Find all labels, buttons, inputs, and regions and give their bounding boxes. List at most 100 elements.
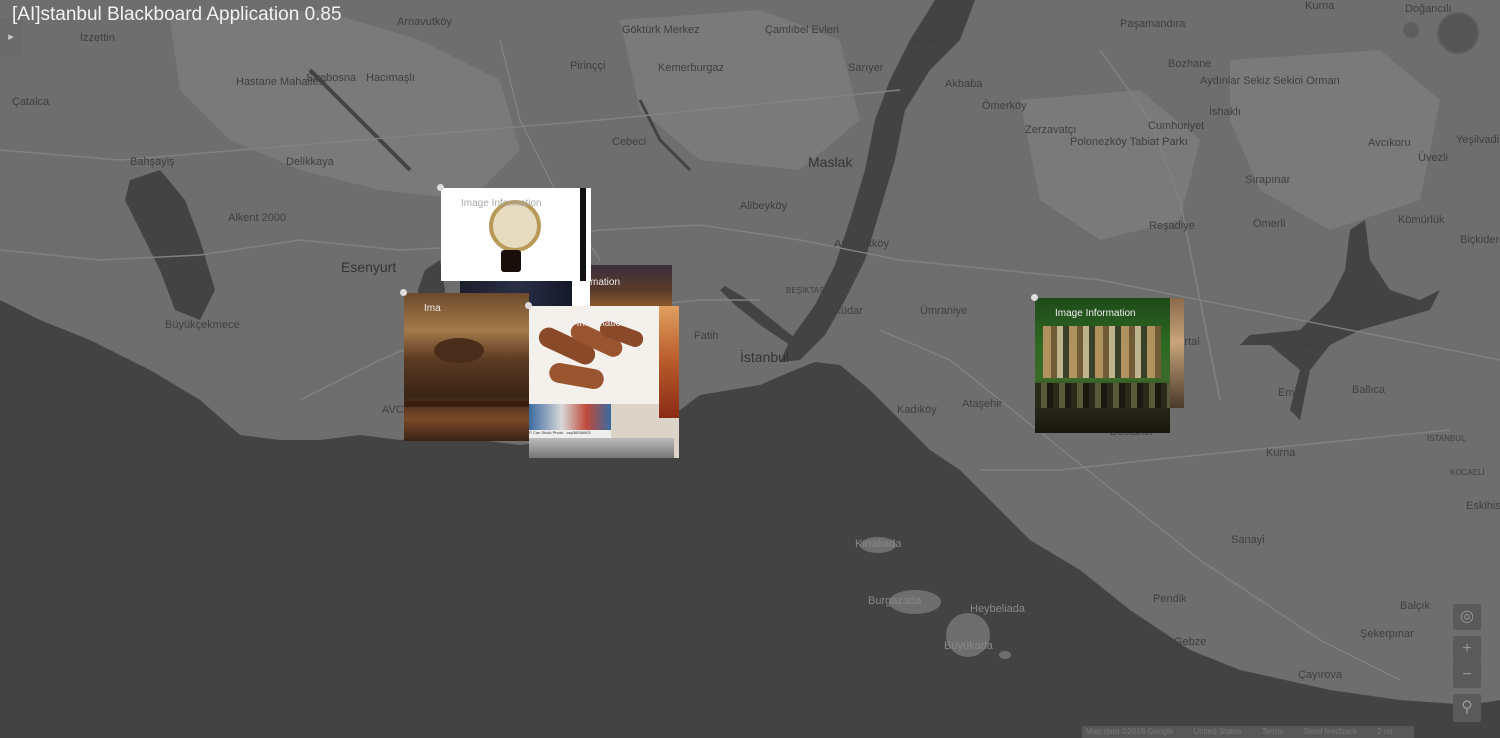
map-label: Sarıyer	[848, 62, 884, 74]
stock-photo-credit: © Can Stock Photo - csp36056903	[529, 430, 611, 438]
image-card-group[interactable]: Image Information	[1035, 298, 1170, 433]
map-label: Kemerburgaz	[658, 62, 725, 74]
map-label: Kınalıada	[855, 538, 902, 550]
image-info-caption: Image Information	[461, 198, 542, 209]
map-label: Sanayi	[1231, 534, 1265, 546]
map-label: Biçkidere	[1460, 234, 1500, 246]
locate-icon[interactable]: ◎	[1453, 604, 1481, 630]
watch-image-edge	[580, 188, 586, 281]
map-label: Akbaba	[945, 78, 983, 90]
map-label: Polonezköy Tabiat Parkı	[1070, 136, 1188, 148]
map-label: Göktürk Merkez	[622, 24, 700, 36]
map-label: Kurna	[1266, 447, 1296, 459]
map-label: Ömerköy	[982, 100, 1027, 112]
map-label: Kömürlük	[1398, 214, 1445, 226]
image-info-caption: Ima	[424, 303, 441, 314]
map-label: Ümraniye	[920, 305, 968, 317]
map-label: Büyükada	[944, 640, 993, 652]
map-label: Çayırova	[1298, 669, 1343, 681]
map-label: Arnavutköy	[397, 16, 453, 28]
kofte-side	[659, 306, 679, 418]
map-label: Paşamandıra	[1120, 18, 1186, 30]
map-label: Fatih	[694, 330, 719, 342]
map-label: Maslak	[808, 154, 853, 170]
island	[1482, 610, 1498, 626]
map-label: Riçevik	[912, 36, 948, 48]
map-label: Sırapınar	[1245, 174, 1291, 186]
image-card-kofte[interactable]: © Can Stock Photo - csp36056903 age Info…	[529, 306, 679, 458]
map-label: Dudullu	[1290, 340, 1328, 352]
map-label: İSTANBUL	[1427, 434, 1466, 443]
map-label: Alibeyköy	[740, 200, 788, 212]
map-label: AVC	[382, 404, 404, 416]
scale-bar: 2 mi	[1377, 727, 1393, 736]
map-label: Ataşehir	[962, 398, 1003, 410]
map-label: Delikkaya	[286, 156, 334, 168]
map-label: BEŞİKTAŞ	[786, 286, 825, 295]
map-label: Reşadiye	[1149, 220, 1195, 232]
image-info-caption: Image Information	[1055, 308, 1136, 319]
map-country-link[interactable]: United States	[1194, 727, 1242, 736]
map-label: Üvezli	[1418, 152, 1448, 164]
map-label: Doğancılı	[1405, 3, 1452, 15]
zoom-in-button[interactable]: +	[1453, 636, 1481, 662]
map-label: Üsküdar	[822, 305, 863, 317]
map-label: Yeşilvadi	[1456, 134, 1500, 146]
map-label: Avcıkoru	[1368, 137, 1411, 149]
map-label: Alkent 2000	[228, 212, 287, 224]
map-label: Eskihisar	[1466, 500, 1500, 512]
map-label: Zerzavatçı	[1025, 124, 1077, 136]
map-label: Şekerpınar	[1360, 628, 1414, 640]
map-label: Heybeliada	[970, 603, 1026, 615]
card-anchor-dot[interactable]	[1031, 294, 1038, 301]
map-label: Burgazada	[868, 595, 922, 607]
map-label: Esenyurt	[341, 259, 397, 275]
map-label: İstanbul	[740, 349, 790, 365]
map-footer: Map data ©2018 Google United States Term…	[1082, 726, 1415, 738]
group-people	[1043, 326, 1161, 378]
map-label: Kurna	[1305, 0, 1335, 12]
pegman-icon[interactable]: ⚲	[1453, 694, 1481, 722]
kofte-photo-bottom	[529, 438, 674, 458]
zoom-out-button[interactable]: −	[1453, 662, 1481, 688]
send-feedback-link[interactable]: Send feedback	[1304, 727, 1357, 736]
map-label: Emirli	[1278, 387, 1306, 399]
map-label: Ömerli	[1253, 218, 1286, 230]
map-label: Pirinççi	[570, 60, 606, 72]
map-label: İzzettin	[80, 32, 115, 44]
image-card-watch[interactable]: Image Information	[441, 188, 591, 281]
map-label: Aydınlar Sekiz Sekioi Orman	[1200, 75, 1340, 87]
map-label: Çatalca	[12, 96, 50, 108]
map-label: Cumhuriyet	[1148, 120, 1205, 132]
app-title: [AI]stanbul Blackboard Application 0.85	[12, 4, 342, 25]
map-label: Ballıca	[1352, 384, 1386, 396]
card-anchor-dot[interactable]	[437, 184, 444, 191]
map-label: Bozhane	[1168, 58, 1212, 70]
map-canvas[interactable]	[0, 0, 1500, 738]
map-label: KOCAELİ	[1450, 468, 1485, 477]
terms-link[interactable]: Terms	[1262, 727, 1284, 736]
island	[999, 651, 1011, 659]
map-label: Hacımaşlı	[366, 72, 415, 84]
image-card-cafe[interactable]: Ima	[404, 293, 529, 441]
map-label: İshaklı	[1209, 106, 1241, 118]
map-label: Arnavutköy	[834, 238, 890, 250]
map-label: Sırebosna	[306, 72, 357, 84]
image-info-caption: mation	[590, 277, 621, 288]
card-anchor-dot[interactable]	[525, 302, 532, 309]
image-card-istanbul-night[interactable]: mation	[590, 265, 672, 307]
compass-icon[interactable]	[1437, 12, 1479, 54]
map-label: Büyükçekmece	[165, 319, 240, 331]
map-label: Balçık	[1400, 600, 1430, 612]
card-anchor-dot[interactable]	[400, 289, 407, 296]
map-label: Cebeci	[612, 136, 647, 148]
map-label: Bahşayiş	[130, 156, 175, 168]
cafe-bar	[404, 401, 529, 407]
image-info-caption: age Information	[557, 318, 627, 329]
rotate-icon[interactable]	[1403, 22, 1419, 38]
group-people-lower	[1035, 383, 1170, 408]
map-label: Kadıköy	[897, 404, 937, 416]
map-label: Çamlıbel Evleri	[765, 24, 839, 36]
map-label: Gebze	[1174, 636, 1207, 648]
watch-strap	[501, 250, 521, 272]
